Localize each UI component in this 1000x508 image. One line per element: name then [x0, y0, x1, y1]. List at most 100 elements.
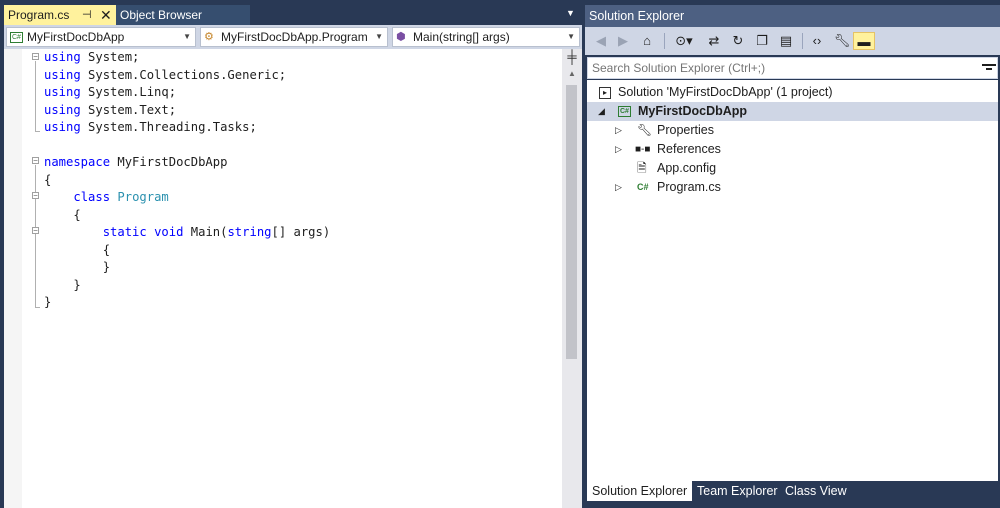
code-line[interactable]: using System.Text; — [44, 102, 176, 119]
member-dropdown[interactable]: ⬢ Main(string[] args) ▼ — [392, 27, 580, 47]
code-token: } — [44, 295, 52, 309]
csharp-project-icon: C# — [10, 32, 23, 43]
solution-explorer-panel: Solution Explorer ◀ ▶ ⌂ ⊙▾ ⇄ ↻ ❐ ▤ ‹› 🔧︎… — [585, 0, 1000, 508]
solution-search-box — [587, 57, 998, 79]
code-editor[interactable]: − − − − using System; using System.Collec… — [4, 49, 582, 508]
show-all-files-icon[interactable]: ▤ — [777, 32, 795, 50]
chevron-down-icon: ▼ — [567, 32, 575, 41]
project-dropdown[interactable]: C# MyFirstDocDbApp ▼ — [6, 27, 196, 47]
code-line[interactable]: } — [44, 294, 51, 311]
wrench-icon: 🔧︎ — [637, 123, 653, 137]
code-line[interactable]: { — [44, 242, 110, 259]
document-tab-strip: Program.cs ⊣ ✕ Object Browser ▼ — [0, 5, 582, 25]
tree-item-label: Program.cs — [657, 180, 721, 194]
chevron-down-icon[interactable]: ▼ — [566, 8, 575, 18]
forward-icon[interactable]: ▶ — [615, 32, 631, 50]
code-token: using — [44, 50, 81, 64]
code-line[interactable]: static void Main(string[] args) — [44, 224, 331, 241]
split-window-icon[interactable]: ╪ — [564, 49, 580, 65]
code-line[interactable]: using System.Collections.Generic; — [44, 67, 286, 84]
tab-program-cs[interactable]: Program.cs ⊣ ✕ — [4, 5, 116, 25]
tree-item-program-cs[interactable]: ▷ C# Program.cs — [587, 178, 998, 197]
code-token: } — [44, 260, 111, 274]
solution-explorer-toolbar: ◀ ▶ ⌂ ⊙▾ ⇄ ↻ ❐ ▤ ‹› 🔧︎ ▬ — [585, 27, 1000, 55]
code-line[interactable]: using System; — [44, 49, 139, 66]
code-token: MyFirstDocDbApp — [110, 155, 228, 169]
expand-icon[interactable]: ▷ — [615, 140, 622, 159]
tree-item-solution[interactable]: ▸ Solution 'MyFirstDocDbApp' (1 project) — [587, 83, 998, 102]
collapse-all-icon[interactable]: ❐ — [753, 32, 771, 50]
close-icon[interactable]: ✕ — [100, 5, 112, 25]
panel-title: Solution Explorer — [585, 5, 1000, 27]
scroll-thumb[interactable] — [566, 85, 577, 359]
code-token: using — [44, 85, 81, 99]
code-line[interactable]: using System.Threading.Tasks; — [44, 119, 257, 136]
vertical-scrollbar[interactable]: ╪ ▲ — [562, 49, 582, 508]
chevron-down-icon: ▼ — [375, 32, 383, 41]
outline-guide — [35, 61, 36, 131]
tree-item-label: MyFirstDocDbApp — [638, 104, 748, 118]
expanded-icon[interactable]: ◢ — [598, 102, 605, 121]
tab-team-explorer[interactable]: Team Explorer — [692, 481, 783, 501]
method-icon: ⬢ — [396, 31, 406, 43]
references-icon: ■-■ — [635, 144, 651, 155]
search-options-icon[interactable] — [982, 64, 996, 74]
code-token: { — [44, 207, 81, 222]
collapse-icon[interactable]: − — [32, 227, 39, 235]
back-icon[interactable]: ◀ — [593, 32, 609, 50]
home-icon[interactable]: ⌂ — [638, 32, 656, 50]
outline-guide — [35, 131, 40, 132]
code-token: { — [44, 242, 111, 257]
collapse-icon[interactable]: − — [32, 53, 39, 61]
collapse-icon[interactable]: − — [32, 157, 39, 165]
indicator-margin — [4, 49, 22, 508]
refresh-icon[interactable]: ↻ — [729, 32, 747, 50]
code-token: System.Collections.Generic; — [80, 67, 287, 82]
tab-object-browser[interactable]: Object Browser — [116, 5, 250, 25]
tab-label: Object Browser — [120, 8, 203, 22]
config-file-icon: 🗎︎ — [637, 161, 647, 175]
code-line[interactable]: using System.Linq; — [44, 84, 176, 101]
tab-solution-explorer[interactable]: Solution Explorer — [587, 481, 693, 501]
tab-class-view[interactable]: Class View — [780, 481, 852, 501]
properties-icon[interactable]: 🔧︎ — [833, 32, 851, 50]
csharp-file-icon: C# — [637, 182, 649, 192]
pin-icon[interactable]: ⊣ — [82, 5, 92, 25]
toolbar-separator — [664, 33, 665, 49]
search-input[interactable] — [590, 59, 954, 77]
solution-tree: ▸ Solution 'MyFirstDocDbApp' (1 project)… — [587, 80, 998, 481]
tab-label: Program.cs — [8, 8, 70, 22]
class-dropdown[interactable]: ⚙ MyFirstDocDbApp.Program ▼ — [200, 27, 388, 47]
code-token: string — [227, 225, 272, 239]
expand-icon[interactable]: ▷ — [615, 121, 622, 140]
code-line[interactable]: { — [44, 172, 51, 189]
outline-guide — [35, 307, 40, 308]
code-line[interactable]: class Program — [44, 189, 168, 206]
preview-icon[interactable]: ▬ — [853, 32, 875, 50]
class-dropdown-value: MyFirstDocDbApp.Program — [221, 30, 368, 44]
tool-window-tabs: Solution Explorer Team Explorer Class Vi… — [585, 481, 1000, 503]
member-dropdown-value: Main(string[] args) — [413, 30, 510, 44]
collapse-icon[interactable]: − — [32, 192, 39, 200]
pending-changes-icon[interactable]: ⊙▾ — [671, 32, 697, 50]
tree-item-properties[interactable]: ▷ 🔧︎ Properties — [587, 121, 998, 140]
expand-icon[interactable]: ▷ — [615, 178, 622, 197]
tree-item-references[interactable]: ▷ ■-■ References — [587, 140, 998, 159]
code-line[interactable]: } — [44, 259, 110, 276]
code-token: Main( — [183, 225, 228, 239]
code-line[interactable]: namespace MyFirstDocDbApp — [44, 154, 227, 171]
tree-item-label: App.config — [657, 161, 717, 175]
sync-icon[interactable]: ⇄ — [705, 32, 723, 50]
code-line[interactable]: { — [44, 207, 81, 224]
view-code-icon[interactable]: ‹› — [807, 32, 827, 50]
scroll-up-icon[interactable]: ▲ — [564, 69, 580, 81]
tree-item-label: Solution 'MyFirstDocDbApp' (1 project) — [618, 85, 833, 99]
chevron-down-icon: ▼ — [183, 32, 191, 41]
code-token: class — [73, 190, 111, 204]
tree-item-app-config[interactable]: 🗎︎ App.config — [587, 159, 998, 178]
tree-item-project[interactable]: ◢ C# MyFirstDocDbApp — [587, 102, 998, 121]
code-line[interactable]: } — [44, 277, 80, 294]
